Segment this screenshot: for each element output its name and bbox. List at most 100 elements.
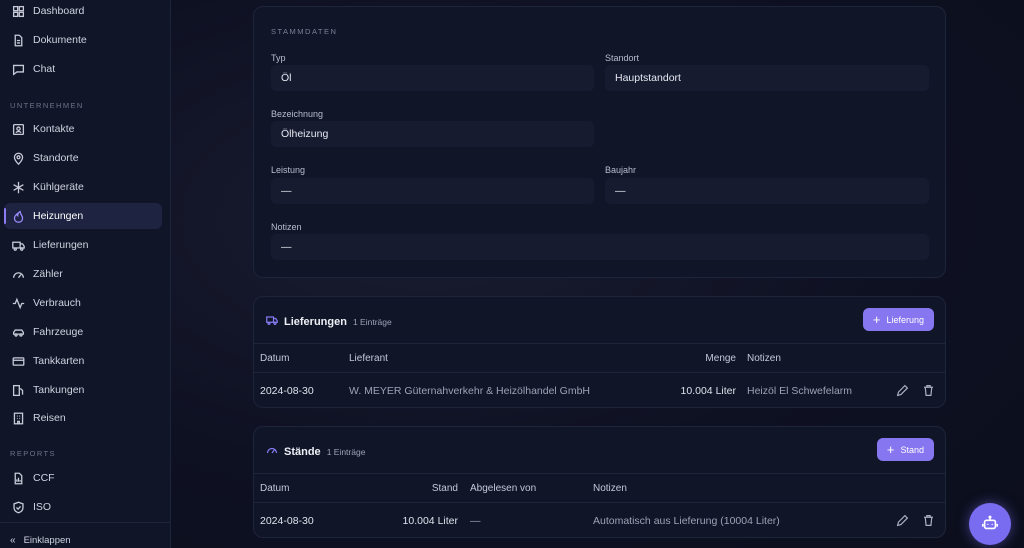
- activity-icon: [11, 296, 25, 310]
- sidebar-item-fahrzeuge[interactable]: Fahrzeuge: [4, 319, 162, 345]
- plus-icon: +: [872, 312, 881, 327]
- sidebar-item-label: Dokumente: [33, 34, 87, 46]
- cell-stand: 10.004 Liter: [402, 515, 458, 527]
- sidebar-item-label: Standorte: [33, 152, 79, 164]
- edit-icon[interactable]: [896, 384, 909, 397]
- flame-icon: [11, 209, 25, 223]
- col-notizen[interactable]: Notizen: [747, 344, 781, 372]
- sidebar-item-iso[interactable]: ISO: [4, 494, 162, 520]
- sidebar-item-label: Chat: [33, 63, 56, 75]
- baujahr-label: Baujahr: [605, 165, 637, 175]
- add-lieferung-button[interactable]: + Lieferung: [862, 308, 934, 331]
- sidebar-item-kuehlgeraete[interactable]: Kühlgeräte: [4, 174, 162, 200]
- add-stand-button[interactable]: + Stand: [876, 438, 934, 461]
- gauge-icon: [11, 267, 25, 281]
- collapse-sidebar-button[interactable]: « Einklappen: [10, 532, 71, 548]
- section-label-unternehmen: UNTERNEHMEN: [10, 101, 84, 110]
- leistung-field[interactable]: —: [271, 178, 594, 204]
- stammdaten-card: STAMMDATEN Typ Öl Standort Hauptstandort…: [253, 6, 946, 278]
- location-icon: [11, 151, 25, 165]
- staende-count: 1 Einträge: [326, 446, 366, 457]
- col-lieferant[interactable]: Lieferant: [349, 344, 388, 372]
- sidebar-divider: [0, 522, 170, 523]
- sidebar-item-tankkarten[interactable]: Tankkarten: [4, 348, 162, 374]
- lieferungen-title: Lieferungen: [284, 315, 347, 328]
- col-datum[interactable]: Datum: [260, 344, 289, 372]
- typ-label: Typ: [271, 53, 286, 63]
- typ-field[interactable]: Öl: [271, 65, 594, 91]
- sidebar-item-dokumente[interactable]: Dokumente: [4, 27, 162, 53]
- sidebar-item-dashboard[interactable]: Dashboard: [4, 0, 162, 24]
- truck-icon: [11, 238, 25, 252]
- bezeichnung-label: Bezeichnung: [271, 109, 324, 119]
- sidebar-item-label: CCF: [33, 472, 55, 484]
- sidebar: Dashboard Dokumente Chat UNTERNEHMEN Kon…: [0, 0, 171, 548]
- staende-title-group: Stände 1 Einträge: [266, 444, 365, 459]
- stammdaten-title: STAMMDATEN: [271, 27, 338, 36]
- trash-icon[interactable]: [922, 514, 935, 527]
- col-datum[interactable]: Datum: [260, 474, 289, 502]
- sidebar-item-verbrauch[interactable]: Verbrauch: [4, 290, 162, 316]
- sidebar-item-label: Tankkarten: [33, 355, 85, 367]
- col-menge[interactable]: Menge: [654, 344, 736, 372]
- add-stand-label: Stand: [900, 444, 924, 455]
- sidebar-item-chat[interactable]: Chat: [4, 56, 162, 82]
- truck-icon: [266, 314, 278, 329]
- lieferungen-card: Lieferungen 1 Einträge + Lieferung Datum…: [253, 296, 946, 408]
- cell-lieferant: W. MEYER Güternahverkehr & Heizölhandel …: [349, 385, 591, 397]
- trash-icon[interactable]: [922, 384, 935, 397]
- chevrons-left-icon: «: [10, 534, 16, 546]
- table-row: 2024-08-30 10.004 Liter — Automatisch au…: [254, 504, 945, 538]
- staende-title: Stände: [284, 445, 321, 458]
- bezeichnung-field[interactable]: Ölheizung: [271, 121, 594, 147]
- cell-menge: 10.004 Liter: [680, 385, 736, 397]
- sidebar-item-heizungen[interactable]: Heizungen: [4, 203, 162, 229]
- table-row: 2024-08-30 W. MEYER Güternahverkehr & He…: [254, 374, 945, 408]
- cell-notizen: Automatisch aus Lieferung (10004 Liter): [593, 515, 780, 527]
- sidebar-item-label: Verbrauch: [33, 297, 81, 309]
- document-icon: [11, 33, 25, 47]
- shield-check-icon: [11, 500, 25, 514]
- sidebar-item-kontakte[interactable]: Kontakte: [4, 116, 162, 142]
- snowflake-icon: [11, 180, 25, 194]
- sidebar-item-label: Tankungen: [33, 384, 85, 396]
- standort-field[interactable]: Hauptstandort: [605, 65, 929, 91]
- col-notizen[interactable]: Notizen: [593, 474, 627, 502]
- staende-card: Stände 1 Einträge + Stand Datum Stand Ab…: [253, 426, 946, 538]
- sidebar-item-label: Zähler: [33, 268, 63, 280]
- sidebar-item-ccf[interactable]: CCF: [4, 465, 162, 491]
- lieferungen-header: Lieferungen 1 Einträge + Lieferung: [254, 297, 945, 344]
- chat-icon: [11, 62, 25, 76]
- sidebar-item-label: Fahrzeuge: [33, 326, 84, 338]
- sidebar-item-label: Reisen: [33, 412, 66, 424]
- sidebar-item-label: Dashboard: [33, 5, 85, 17]
- cell-datum: 2024-08-30: [260, 515, 314, 527]
- sidebar-item-lieferungen[interactable]: Lieferungen: [4, 232, 162, 258]
- cell-notizen: Heizöl El Schwefelarm: [747, 385, 853, 397]
- sidebar-item-standorte[interactable]: Standorte: [4, 145, 162, 171]
- leistung-label: Leistung: [271, 165, 306, 175]
- col-stand[interactable]: Stand: [394, 474, 458, 502]
- sidebar-item-reisen[interactable]: Reisen: [4, 405, 162, 431]
- contacts-icon: [11, 122, 25, 136]
- sidebar-item-tankungen[interactable]: Tankungen: [4, 377, 162, 403]
- col-abgelesen[interactable]: Abgelesen von: [470, 474, 536, 502]
- bot-icon: [981, 514, 999, 535]
- lieferungen-count: 1 Einträge: [352, 316, 392, 327]
- edit-icon[interactable]: [896, 514, 909, 527]
- staende-header: Stände 1 Einträge + Stand: [254, 427, 945, 474]
- sidebar-item-label: Lieferungen: [33, 239, 89, 251]
- collapse-label: Einklappen: [23, 534, 71, 546]
- building-icon: [11, 411, 25, 425]
- add-lieferung-label: Lieferung: [886, 314, 924, 325]
- notizen-field[interactable]: —: [271, 234, 929, 260]
- lieferungen-title-group: Lieferungen 1 Einträge: [266, 314, 392, 329]
- baujahr-field[interactable]: —: [605, 178, 929, 204]
- sidebar-item-label: ISO: [33, 501, 52, 513]
- cell-abgelesen: —: [470, 515, 481, 527]
- assistant-bot-button[interactable]: [969, 503, 1011, 545]
- sidebar-item-zaehler[interactable]: Zähler: [4, 261, 162, 287]
- report-icon: [11, 471, 25, 485]
- standort-label: Standort: [605, 53, 640, 63]
- plus-icon: +: [886, 442, 895, 457]
